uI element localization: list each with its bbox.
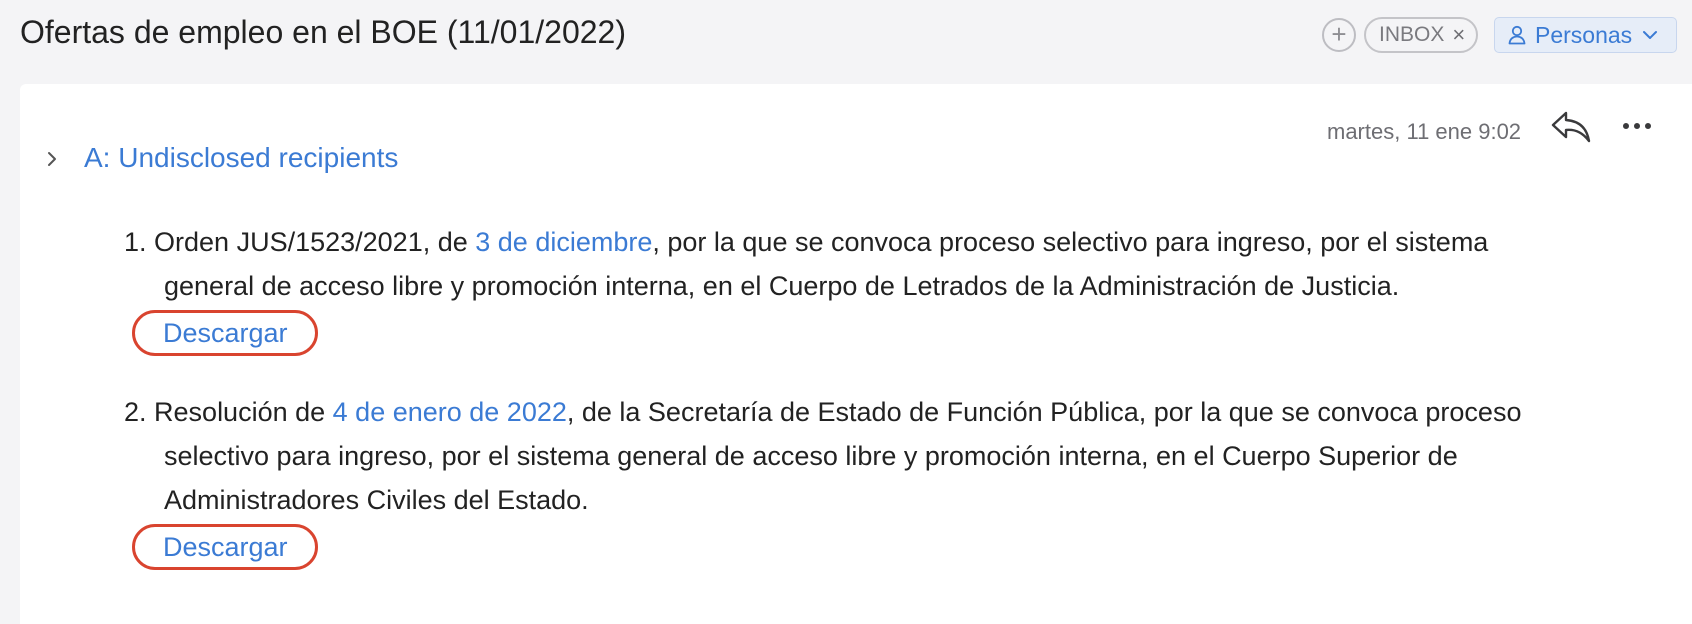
download-link[interactable]: Descargar [132, 310, 318, 356]
add-tag-button[interactable]: + [1322, 18, 1356, 52]
message-card: A: Undisclosed recipients martes, 11 ene… [20, 84, 1692, 624]
person-icon [1507, 25, 1527, 45]
tag-chip-inbox[interactable]: INBOX × [1364, 17, 1478, 53]
message-header: Ofertas de empleo en el BOE (11/01/2022)… [0, 0, 1692, 84]
message-date: martes, 11 ene 9:02 [1327, 119, 1522, 144]
item-text: Resolución de [146, 397, 333, 427]
item-line: 2. Resolución de 4 de enero de 2022, de … [124, 390, 1521, 434]
close-icon[interactable]: × [1452, 22, 1465, 48]
date-link[interactable]: 4 de enero de 2022 [333, 397, 567, 427]
item-text: , de la Secretaría de Estado de Función … [566, 397, 1522, 427]
recipients-toggle[interactable]: A: Undisclosed recipients [84, 142, 398, 174]
list-item: 1. Orden JUS/1523/2021, de 3 de diciembr… [124, 220, 1488, 308]
more-icon[interactable] [1622, 122, 1652, 130]
people-button[interactable]: Personas [1494, 17, 1677, 53]
download-label: Descargar [163, 532, 288, 562]
chevron-right-icon[interactable] [46, 150, 58, 168]
item-text: selectivo para ingreso, por el sistema g… [164, 441, 1458, 471]
item-number: 1. [124, 227, 147, 257]
message-subject: Ofertas de empleo en el BOE (11/01/2022) [20, 14, 626, 50]
item-text: Orden JUS/1523/2021, de [146, 227, 476, 257]
reply-icon[interactable] [1550, 110, 1592, 144]
date-link[interactable]: 3 de diciembre [475, 227, 652, 257]
tag-label: INBOX [1379, 23, 1445, 46]
list-item: 2. Resolución de 4 de enero de 2022, de … [124, 390, 1521, 522]
item-text: Administradores Civiles del Estado. [164, 485, 589, 515]
download-label: Descargar [163, 318, 288, 348]
chevron-down-icon [1642, 30, 1658, 40]
item-number: 2. [124, 397, 147, 427]
people-button-label: Personas [1535, 21, 1633, 48]
item-line: 1. Orden JUS/1523/2021, de 3 de diciembr… [124, 220, 1488, 264]
download-link[interactable]: Descargar [132, 524, 318, 570]
item-text: , por la que se convoca proceso selectiv… [652, 227, 1489, 257]
plus-icon: + [1331, 19, 1347, 49]
item-text: general de acceso libre y promoción inte… [164, 271, 1400, 301]
